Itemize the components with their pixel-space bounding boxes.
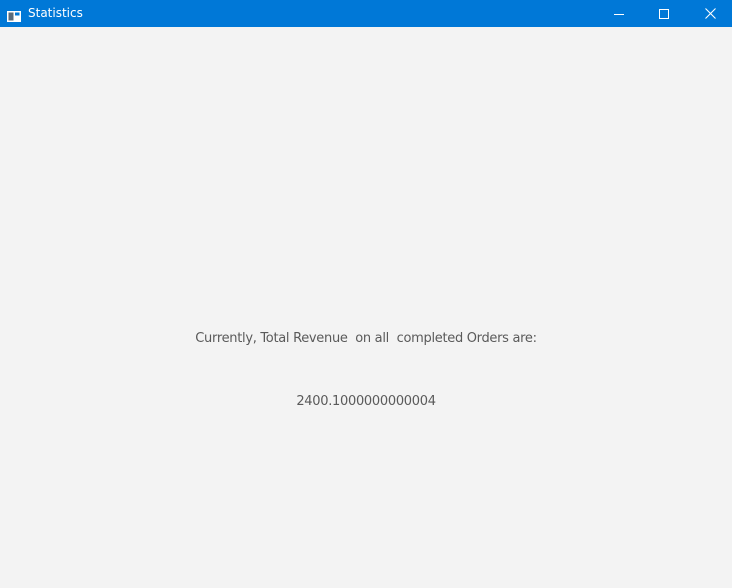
minimize-button[interactable] xyxy=(596,0,642,27)
content-area: Currently, Total Revenue on all complete… xyxy=(0,27,732,588)
revenue-value: 2400.1000000000004 xyxy=(296,394,436,409)
statistics-window: Statistics Currently, Total Revenue on a… xyxy=(0,0,732,588)
revenue-label: Currently, Total Revenue on all complete… xyxy=(195,331,537,346)
maximize-button[interactable] xyxy=(641,0,687,27)
close-button[interactable] xyxy=(687,0,732,27)
app-window-icon xyxy=(7,7,21,22)
revenue-summary: Currently, Total Revenue on all complete… xyxy=(0,286,732,454)
maximize-icon xyxy=(659,4,669,23)
minimize-icon xyxy=(614,4,624,23)
title-bar[interactable]: Statistics xyxy=(0,0,732,27)
close-icon xyxy=(704,4,716,23)
window-title: Statistics xyxy=(28,6,83,20)
